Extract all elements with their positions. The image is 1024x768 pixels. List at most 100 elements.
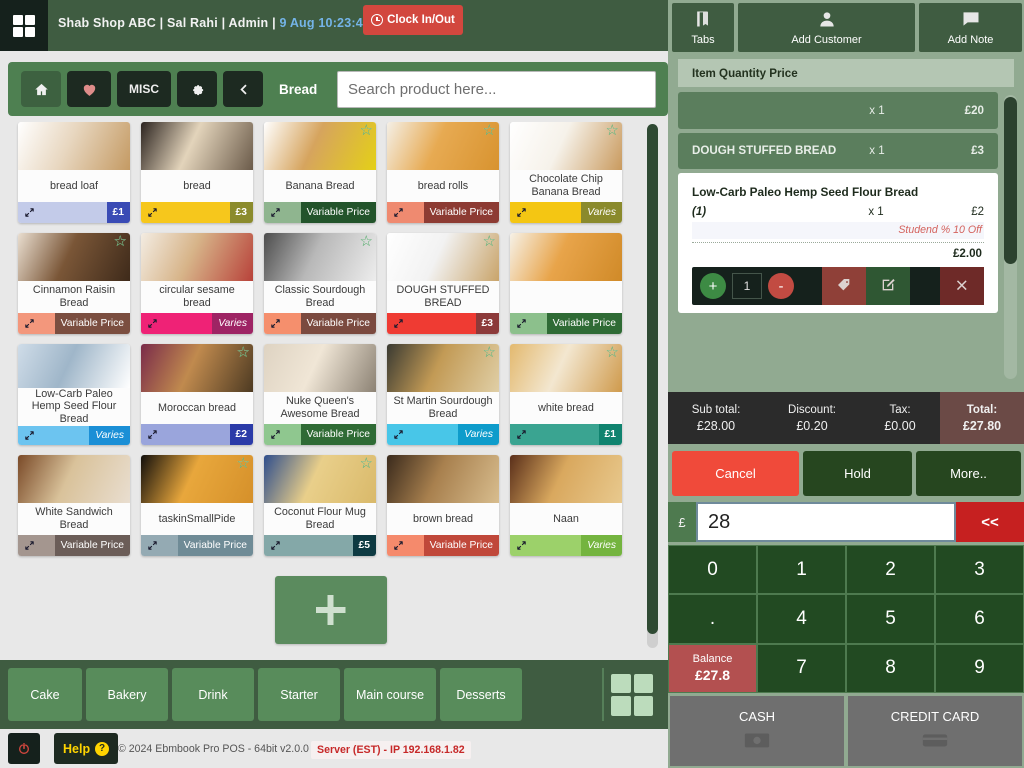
- category-grid-button[interactable]: [602, 668, 660, 721]
- product-card[interactable]: bread £3: [141, 122, 253, 223]
- home-button[interactable]: [21, 71, 61, 107]
- keypad-key-8[interactable]: 8: [846, 643, 935, 693]
- search-input[interactable]: [337, 71, 656, 108]
- remove-item-button[interactable]: [940, 267, 984, 306]
- expand-icon[interactable]: [387, 202, 410, 223]
- product-card[interactable]: bread loaf £1: [18, 122, 130, 223]
- expand-icon[interactable]: [510, 535, 533, 556]
- product-footer: Variable Price: [18, 313, 130, 334]
- back-button[interactable]: [223, 71, 263, 107]
- product-price-badge: Variable Price: [54, 535, 130, 556]
- cash-button[interactable]: CASH: [670, 696, 844, 766]
- clock-in-out-button[interactable]: Clock In/Out: [363, 5, 463, 35]
- keypad-key-9[interactable]: 9: [935, 643, 1024, 693]
- keypad-key-5[interactable]: 5: [846, 594, 935, 644]
- expand-icon[interactable]: [510, 424, 533, 445]
- product-card[interactable]: ☆ DOUGH STUFFED BREAD £3: [387, 233, 499, 334]
- product-card[interactable]: White Sandwich Bread Variable Price: [18, 455, 130, 556]
- keypad-key-2[interactable]: 2: [846, 545, 935, 595]
- product-card[interactable]: ☆ white bread £1: [510, 344, 622, 445]
- product-card[interactable]: Naan Varies: [510, 455, 622, 556]
- keypad-key-0[interactable]: 0: [668, 545, 757, 595]
- credit-card-button[interactable]: CREDIT CARD: [848, 696, 1022, 766]
- expand-icon[interactable]: [18, 535, 41, 556]
- product-card[interactable]: ☆ taskinSmallPide Variable Price: [141, 455, 253, 556]
- more-button[interactable]: More..: [916, 451, 1021, 496]
- cart-row[interactable]: x 1 £20: [678, 92, 998, 129]
- expand-icon[interactable]: [18, 202, 41, 223]
- product-card[interactable]: ☆ St Martin Sourdough Bread Varies: [387, 344, 499, 445]
- product-card[interactable]: ☆ bread rolls Variable Price: [387, 122, 499, 223]
- misc-button[interactable]: MISC: [117, 71, 171, 107]
- product-card[interactable]: ☆ Classic Sourdough Bread Variable Price: [264, 233, 376, 334]
- settings-button[interactable]: [177, 71, 217, 107]
- gear-icon: [192, 84, 203, 95]
- app-menu-button[interactable]: [0, 0, 48, 51]
- keypad-key-6[interactable]: 6: [935, 594, 1024, 644]
- category-button-main-course[interactable]: Main course: [344, 668, 436, 721]
- amount-input[interactable]: 28: [696, 502, 956, 542]
- expand-icon[interactable]: [510, 202, 533, 223]
- category-button-drink[interactable]: Drink: [172, 668, 254, 721]
- favourites-button[interactable]: [67, 71, 111, 107]
- add-product-button[interactable]: [274, 576, 387, 644]
- item-action-bar: + 1 -: [692, 267, 984, 306]
- quantity-value: 1: [732, 273, 762, 300]
- cart-scrollbar[interactable]: [1004, 95, 1017, 379]
- power-button[interactable]: [8, 733, 40, 764]
- favourite-star-icon: ☆: [482, 122, 496, 139]
- expand-icon[interactable]: [387, 535, 410, 556]
- category-button-bakery[interactable]: Bakery: [86, 668, 168, 721]
- product-footer: Variable Price: [264, 424, 376, 445]
- product-grid-scrollbar[interactable]: [647, 124, 658, 648]
- keypad-key-7[interactable]: 7: [757, 643, 846, 693]
- backspace-button[interactable]: <<: [956, 502, 1024, 542]
- expand-icon[interactable]: [264, 535, 287, 556]
- keypad-key-1[interactable]: 1: [757, 545, 846, 595]
- tabs-button[interactable]: Tabs: [672, 3, 734, 52]
- cart-row[interactable]: DOUGH STUFFED BREAD x 1 £3: [678, 133, 998, 169]
- expand-icon[interactable]: [264, 313, 287, 334]
- keypad-key-3[interactable]: 3: [935, 545, 1024, 595]
- expand-icon[interactable]: [264, 424, 287, 445]
- add-note-button[interactable]: Add Note: [919, 3, 1022, 52]
- product-card[interactable]: Low-Carb Paleo Hemp Seed Flour Bread Var…: [18, 344, 130, 445]
- expand-icon[interactable]: [141, 202, 164, 223]
- apply-discount-button[interactable]: [822, 267, 866, 306]
- category-button-cake[interactable]: Cake: [8, 668, 82, 721]
- increase-quantity-button[interactable]: +: [700, 273, 726, 300]
- product-thumbnail: ☆: [510, 344, 622, 392]
- product-card[interactable]: circular sesame bread Varies: [141, 233, 253, 334]
- product-card[interactable]: brown bread Variable Price: [387, 455, 499, 556]
- selected-cart-item[interactable]: Low-Carb Paleo Hemp Seed Flour Bread (1)…: [678, 172, 998, 314]
- keypad-key-4[interactable]: 4: [757, 594, 846, 644]
- expand-icon[interactable]: [387, 424, 410, 445]
- product-card[interactable]: ☆ Banana Bread Variable Price: [264, 122, 376, 223]
- subtotal-label: Sub total:: [691, 403, 741, 416]
- expand-icon[interactable]: [510, 313, 533, 334]
- expand-icon[interactable]: [18, 313, 41, 334]
- product-card[interactable]: ☆ Cinnamon Raisin Bread Variable Price: [18, 233, 130, 334]
- add-customer-button[interactable]: Add Customer: [738, 3, 915, 52]
- product-card[interactable]: Nuke Queen's Awesome Bread Variable Pric…: [264, 344, 376, 445]
- totals-bar: Sub total: £28.00 Discount: £0.20 Tax: £…: [668, 392, 1024, 444]
- left-panel: Shab Shop ABC | Sal Rahi | Admin | 9 Aug…: [0, 0, 668, 768]
- product-card[interactable]: ☆ Chocolate Chip Banana Bread Varies: [510, 122, 622, 223]
- expand-icon[interactable]: [264, 202, 287, 223]
- expand-icon[interactable]: [18, 425, 41, 445]
- help-button[interactable]: Help ?: [54, 733, 119, 764]
- product-card[interactable]: ☆ Moroccan bread £2: [141, 344, 253, 445]
- hold-button[interactable]: Hold: [803, 451, 912, 496]
- category-button-starter[interactable]: Starter: [258, 668, 340, 721]
- expand-icon[interactable]: [141, 535, 164, 556]
- expand-icon[interactable]: [141, 313, 164, 334]
- expand-icon[interactable]: [141, 424, 164, 445]
- edit-item-button[interactable]: [866, 267, 910, 306]
- expand-icon[interactable]: [387, 313, 410, 334]
- cancel-button[interactable]: Cancel: [672, 451, 799, 496]
- product-card[interactable]: Variable Price: [510, 233, 622, 334]
- product-card[interactable]: ☆ Coconut Flour Mug Bread £5: [264, 455, 376, 556]
- category-button-desserts[interactable]: Desserts: [440, 668, 522, 721]
- decrease-quantity-button[interactable]: -: [768, 273, 794, 300]
- keypad-key-decimal[interactable]: .: [668, 594, 757, 644]
